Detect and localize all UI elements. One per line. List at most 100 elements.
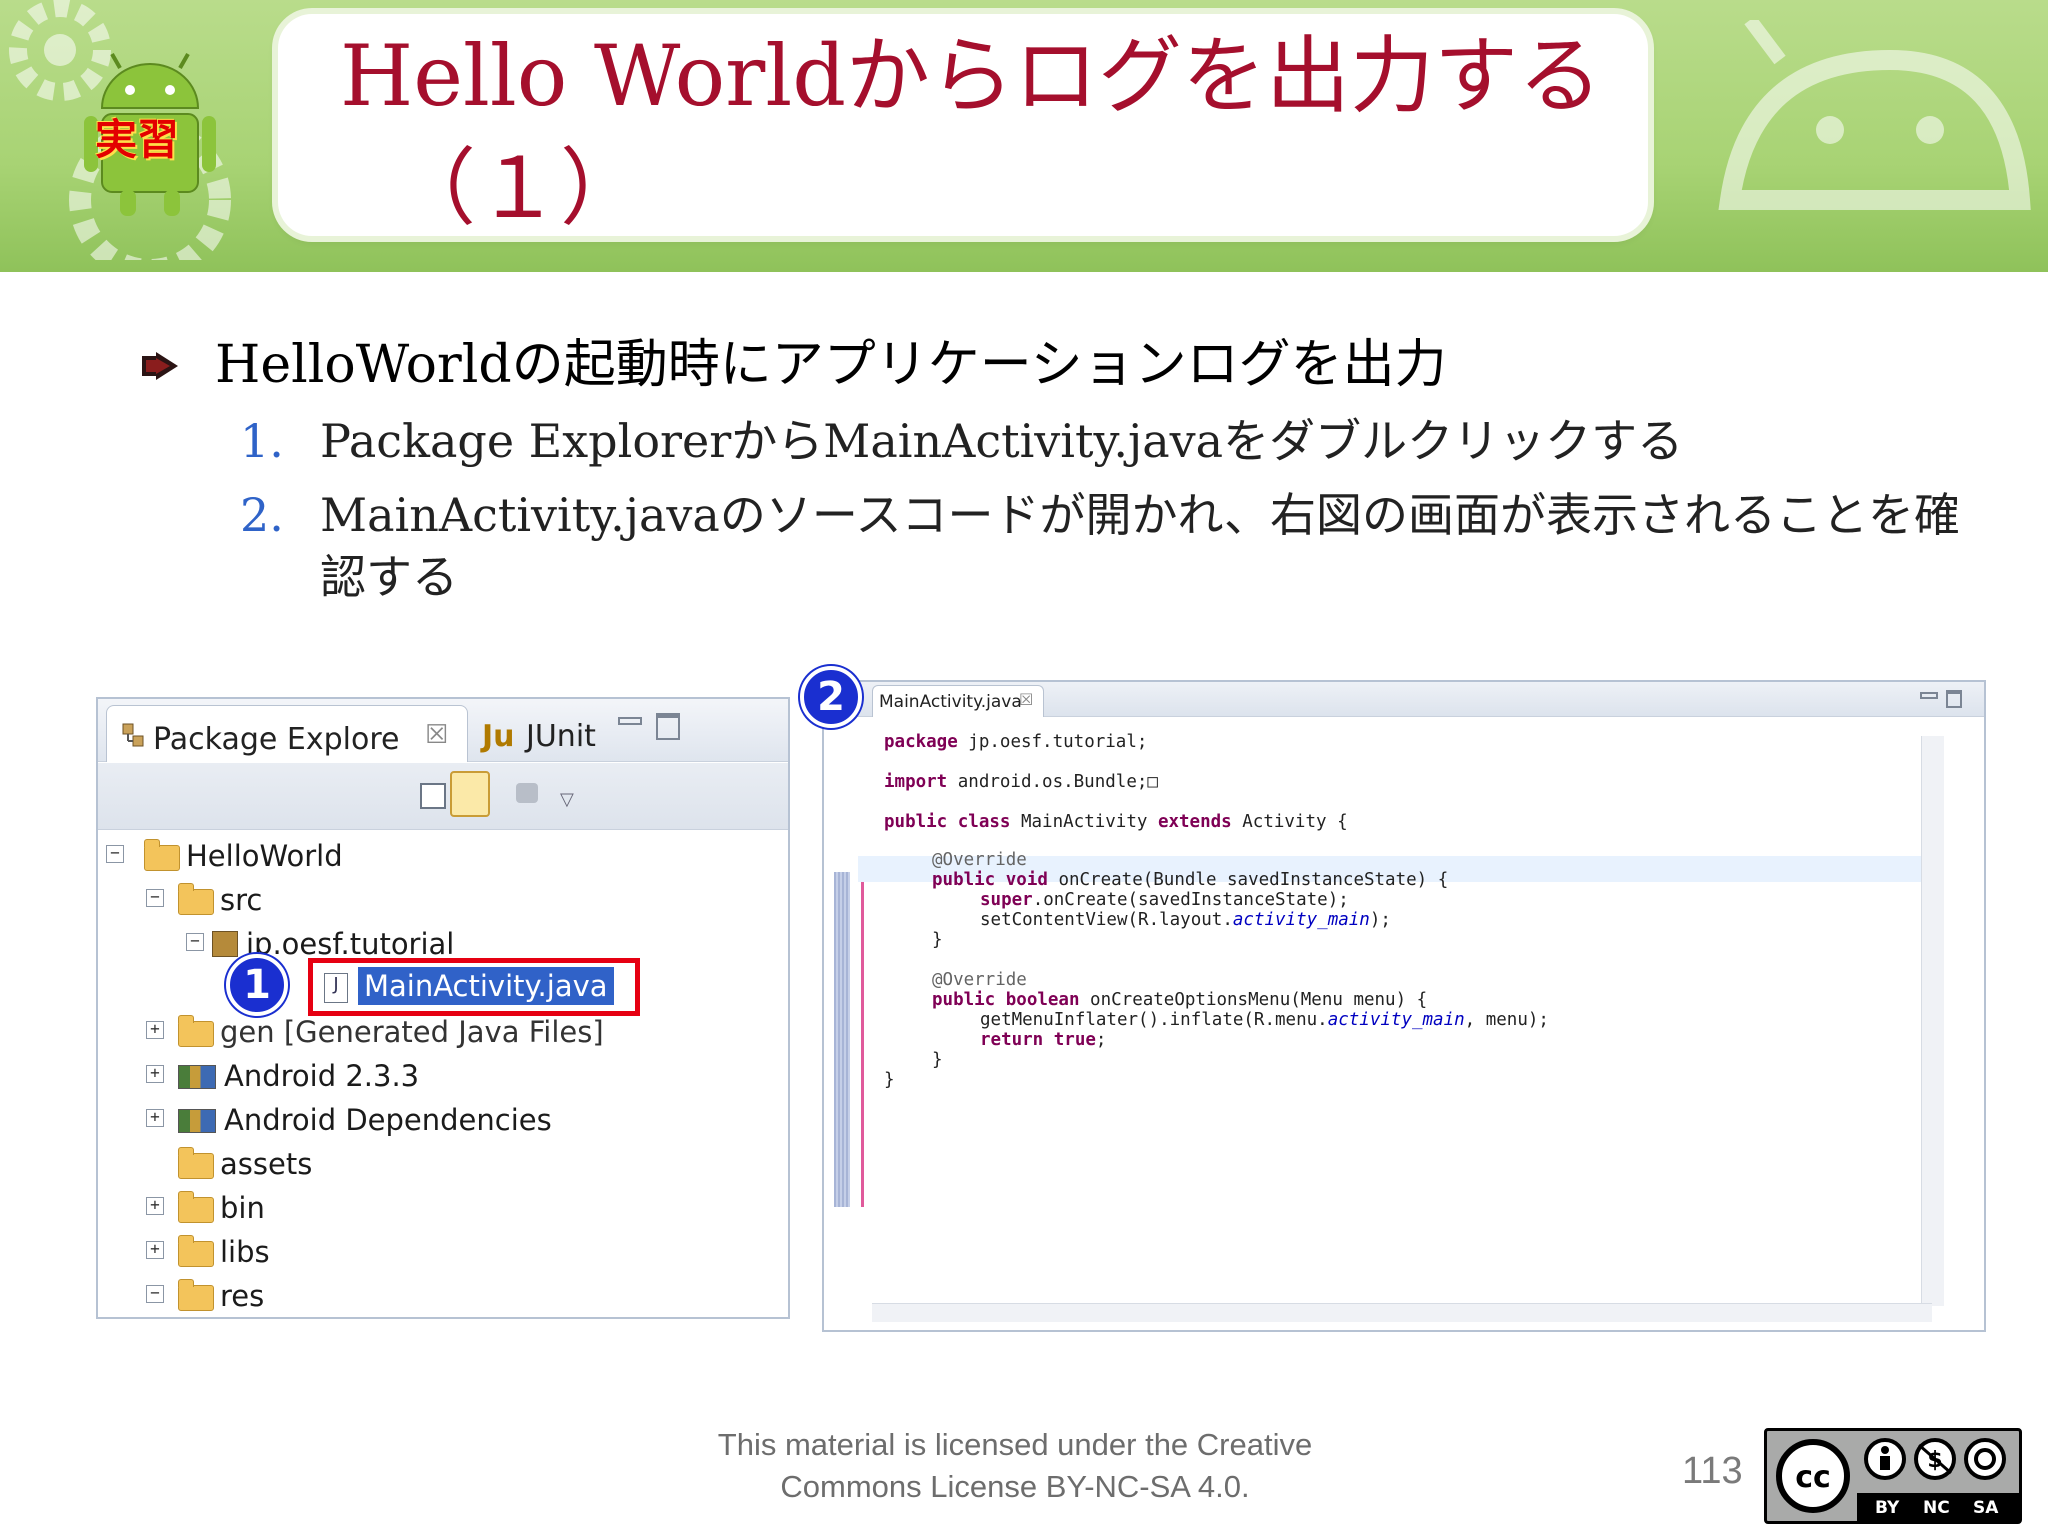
tab-package-explorer[interactable]: Package Explore ☒ — [106, 705, 468, 762]
code-line: import android.os.Bundle;□ — [884, 772, 1158, 798]
code-keyword: extends — [1157, 812, 1232, 832]
code-line: package jp.oesf.tutorial; — [884, 732, 1147, 758]
horizontal-scrollbar[interactable] — [872, 1303, 1932, 1322]
code-line: } — [932, 1050, 943, 1076]
collapse-toggle-icon[interactable]: − — [186, 933, 204, 951]
tab-package-explorer-label: Package Explore — [153, 722, 400, 757]
android-outline-icon — [1718, 20, 2031, 210]
code-field: activity_main — [1232, 910, 1370, 930]
view-menu-icon[interactable] — [516, 783, 538, 803]
tree-item-label: HelloWorld — [186, 839, 343, 873]
license-line-2: Commons License BY-NC-SA 4.0. — [780, 1469, 1250, 1504]
step-text: MainActivity.javaのソースコードが開かれ、右図の画面が表示される… — [320, 488, 1960, 604]
step-marker-1: 1 — [226, 954, 288, 1016]
code-keyword: public boolean — [932, 990, 1080, 1010]
practice-badge: 実習 — [94, 115, 179, 164]
highlight-box — [308, 958, 640, 1016]
package-explorer-tabbar: Package Explore ☒ Ju JUnit — [98, 699, 788, 762]
code-annotation: @Override — [932, 850, 1027, 870]
code-line: return true; — [980, 1030, 1106, 1056]
code-text: onCreate(Bundle savedInstanceState) { — [1047, 870, 1449, 890]
expand-toggle-icon[interactable]: + — [146, 1241, 164, 1259]
step-number: 2. — [240, 488, 284, 542]
attribution-icon — [1864, 1438, 1906, 1480]
license-terms-icons: $ — [1864, 1438, 2006, 1480]
code-keyword: return true — [980, 1030, 1096, 1050]
package-explorer-icon — [122, 723, 144, 747]
sharealike-icon — [1964, 1438, 2006, 1480]
page-number: 113 — [1682, 1450, 1743, 1492]
link-editor-icon[interactable] — [450, 771, 490, 817]
tree-item-label: assets — [220, 1147, 313, 1181]
collapse-all-icon[interactable] — [420, 783, 446, 809]
source-folder-icon — [178, 883, 214, 915]
code-text: jp.oesf.tutorial; — [957, 732, 1148, 752]
collapse-toggle-icon[interactable]: − — [106, 845, 124, 863]
code-annotation: @Override — [932, 970, 1027, 990]
maximize-icon[interactable] — [656, 713, 680, 740]
close-icon[interactable]: ☒ — [425, 720, 448, 750]
header-banner: 実習 Hello Worldからログを出力する （１） — [0, 0, 2048, 272]
cc-logo-icon: cc — [1776, 1439, 1850, 1513]
code-keyword: public class — [884, 812, 1011, 832]
expand-toggle-icon[interactable]: + — [146, 1109, 164, 1127]
code-keyword: super — [980, 890, 1033, 910]
editor-tabbar: MainActivity.java ☒ — [824, 682, 1984, 717]
collapse-toggle-icon[interactable]: − — [146, 889, 164, 907]
expand-toggle-icon[interactable]: + — [146, 1197, 164, 1215]
package-explorer-toolbar: ▽ — [98, 763, 788, 830]
code-text: } — [884, 1070, 895, 1090]
close-icon[interactable]: ☒ — [1019, 690, 1033, 709]
noncommercial-icon: $ — [1914, 1438, 1956, 1480]
step-item: 2. MainActivity.javaのソースコードが開かれ、右図の画面が表示… — [240, 484, 1980, 608]
code-editor-panel: MainActivity.java ☒ package jp.oesf.tuto… — [822, 680, 1986, 1332]
code-line: } — [932, 930, 943, 956]
code-text: MainActivity — [1010, 812, 1158, 832]
code-text: Activity { — [1231, 812, 1348, 832]
tree-item-label: bin — [220, 1191, 265, 1225]
title-line-1: Hello Worldからログを出力する — [340, 27, 1602, 125]
code-text: .onCreate(savedInstanceState); — [1032, 890, 1349, 910]
chevron-down-icon[interactable]: ▽ — [560, 789, 574, 810]
tree-item-label: jp.oesf.tutorial — [246, 927, 455, 961]
code-keyword: import — [884, 772, 948, 792]
code-text: } — [932, 930, 943, 950]
expand-toggle-icon[interactable]: + — [146, 1021, 164, 1039]
tree-item-label: gen [Generated Java Files] — [220, 1015, 604, 1049]
change-ruler — [834, 872, 850, 1207]
minimize-icon[interactable] — [1920, 692, 1938, 699]
junit-icon: Ju — [482, 719, 515, 754]
code-text: , menu); — [1464, 1010, 1549, 1030]
vertical-scrollbar[interactable] — [1921, 736, 1944, 1306]
license-text: This material is licensed under the Crea… — [620, 1424, 1410, 1508]
cc-nc-label: NC — [1923, 1498, 1950, 1518]
maximize-icon[interactable] — [1946, 690, 1962, 708]
step-text: Package ExplorerからMainActivity.javaをダブルク… — [320, 414, 1684, 468]
step-item: 1. Package ExplorerからMainActivity.javaをダ… — [240, 410, 1980, 472]
project-icon — [144, 839, 180, 871]
collapse-toggle-icon[interactable]: − — [146, 1285, 164, 1303]
step-number: 1. — [240, 414, 284, 468]
minimize-icon[interactable] — [618, 717, 642, 725]
code-line: setContentView(R.layout.activity_main); — [980, 910, 1391, 936]
tab-mainactivity-java[interactable]: MainActivity.java ☒ — [872, 685, 1044, 717]
code-text: ); — [1369, 910, 1391, 930]
tab-junit[interactable]: JUnit — [526, 719, 596, 754]
tree-item-label: res — [220, 1279, 265, 1313]
tree-item-label: libs — [220, 1235, 270, 1269]
step-list: 1. Package ExplorerからMainActivity.javaをダ… — [240, 410, 1980, 620]
code-text: setContentView(R.layout. — [980, 910, 1233, 930]
code-line: public class MainActivity extends Activi… — [884, 812, 1348, 838]
code-text: onCreateOptionsMenu(Menu menu) { — [1079, 990, 1428, 1010]
title-line-2: （１） — [392, 139, 645, 237]
code-text: getMenuInflater().inflate(R.menu. — [980, 1010, 1328, 1030]
expand-toggle-icon[interactable]: + — [146, 1065, 164, 1083]
library-icon — [178, 1109, 216, 1133]
folder-icon — [178, 1191, 214, 1223]
cc-sa-label: SA — [1973, 1498, 1999, 1518]
license-line-1: This material is licensed under the Crea… — [717, 1427, 1313, 1462]
cc-by-label: BY — [1875, 1498, 1900, 1518]
code-keyword: package — [884, 732, 958, 752]
slide-title: Hello Worldからログを出力する （１） — [340, 20, 1740, 244]
tree-item-label: Android Dependencies — [224, 1103, 552, 1137]
